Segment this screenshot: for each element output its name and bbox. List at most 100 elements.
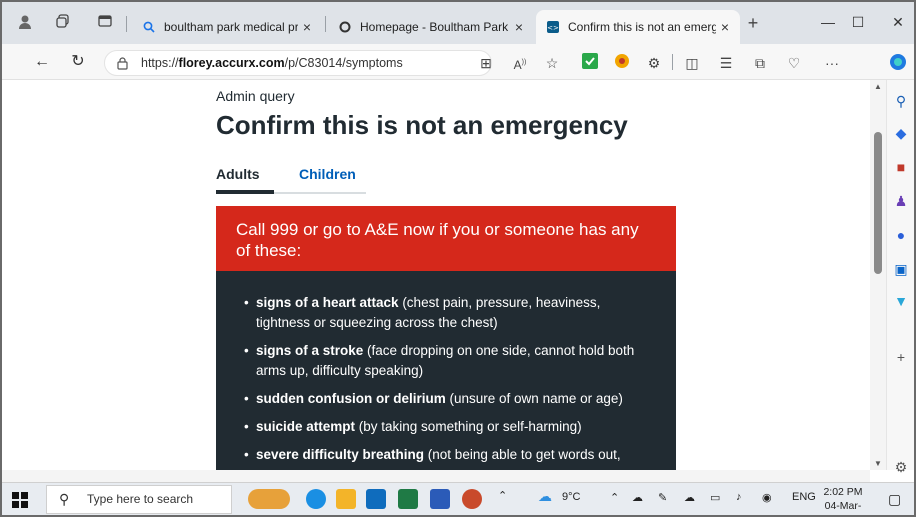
notifications-icon[interactable]: ▢ [888,491,901,508]
horizontal-scrollbar[interactable] [2,470,870,482]
split-screen-icon[interactable]: ◫ [682,53,702,73]
search-icon[interactable]: ⚲ [892,92,910,110]
tab-children[interactable]: Children [299,166,356,182]
search-highlight-icon[interactable] [248,489,290,509]
close-tab-icon[interactable]: × [298,19,316,35]
add-sidebar-icon[interactable]: + [892,348,910,366]
symptom-detail: (unsure of own name or age) [445,391,623,406]
profile-icon[interactable] [16,14,34,32]
collections-icon[interactable]: ⧉ [750,53,770,73]
sidebar-settings-icon[interactable]: ⚙ [892,458,910,476]
svg-text:<>: <> [547,24,559,32]
taskbar-overflow-icon[interactable]: ⌃ [498,489,507,502]
file-explorer-icon[interactable] [336,489,356,509]
tab-actions-icon[interactable] [96,14,114,32]
tab-confirm-emergency[interactable]: <> Confirm this is not an emergenc × [536,10,740,44]
weather-icon[interactable]: ☁ [538,488,552,505]
tab-strip: boultham park medical practice | × Homep… [2,2,914,44]
symptom-item: signs of a heart attack (chest pain, pre… [238,293,658,333]
back-icon[interactable]: ← [32,52,52,72]
symptom-name: signs of a heart attack [256,295,399,310]
word-taskbar-icon[interactable] [430,489,450,509]
extensions-puzzle-icon[interactable]: ⚙ [644,53,664,73]
close-tab-icon[interactable]: × [510,19,528,35]
symptom-name: severe difficulty breathing [256,447,425,462]
read-aloud-icon[interactable]: A)) [510,53,530,73]
close-window-button[interactable]: ✕ [878,8,914,36]
page-title: Confirm this is not an emergency [216,110,628,140]
clock-date: 04-Mar-24 [824,500,862,515]
active-tab-indicator [216,190,274,194]
browser-essentials-icon[interactable]: ♡ [784,53,804,73]
send-icon[interactable]: ▼ [892,292,910,310]
microsoft-365-icon[interactable]: ● [892,226,910,244]
maximize-button[interactable]: ☐ [838,8,878,36]
accurx-favicon-icon: <> [546,20,560,34]
taskbar-search-placeholder: Type here to search [87,492,194,506]
vertical-scrollbar[interactable]: ▲ ▼ [870,80,886,470]
url-host: florey.accurx.com [178,56,285,70]
symptom-detail: (not being able to get words out, [424,447,621,462]
cloud-icon[interactable]: ☁ [684,491,695,504]
favorite-star-icon[interactable]: ☆ [542,53,562,73]
symptom-detail: (by taking something or self-harming) [355,419,582,434]
close-tab-icon[interactable]: × [716,19,734,35]
workspaces-icon[interactable] [54,14,72,32]
shopping-tag-icon[interactable]: ◆ [892,124,910,142]
symptom-item: severe difficulty breathing (not being a… [238,445,658,465]
new-tab-icon[interactable]: + [744,14,762,32]
tab-label: boultham park medical practice | [164,20,298,34]
scroll-down-icon[interactable]: ▼ [870,459,886,468]
pen-icon[interactable]: ✎ [658,491,667,504]
browser-window: boultham park medical practice | × Homep… [0,0,916,517]
site-favicon-icon [338,20,352,34]
edge-taskbar-icon[interactable] [306,489,326,509]
tab-adults[interactable]: Adults [216,166,260,182]
show-hidden-icons-icon[interactable]: ⌃ [610,491,619,504]
powerpoint-taskbar-icon[interactable] [462,489,482,509]
edge-sidebar: ⚲ ◆ ■ ♟ ● ▣ ▼ + ⚙ [886,80,914,475]
network-icon[interactable]: ▭ [710,491,720,504]
toolbar-separator [672,54,673,70]
outlook-icon[interactable]: ▣ [892,260,910,278]
search-icon: ⚲ [59,491,70,507]
outlook-taskbar-icon[interactable] [366,489,386,509]
emergency-alert-body: signs of a heart attack (chest pain, pre… [216,271,676,470]
symptom-name: signs of a stroke [256,343,364,358]
address-bar[interactable]: https://florey.accurx.com/p/C83014/sympt… [104,50,492,76]
windows-start-icon[interactable] [12,492,28,508]
lock-icon [117,51,128,78]
admin-query-label: Admin query [216,88,295,104]
system-clock[interactable]: 2:02 PM 04-Mar-24 [820,485,866,515]
search-icon [142,20,156,34]
tab-homepage[interactable]: Homepage - Boultham Park Med × [328,10,534,44]
tab-boultham-search[interactable]: boultham park medical practice | × [132,10,322,44]
symptom-item: suicide attempt (by taking something or … [238,417,658,437]
browser-toolbar: ← ↻ https://florey.accurx.com/p/C83014/s… [2,44,914,80]
excel-taskbar-icon[interactable] [398,489,418,509]
emergency-symptom-list: signs of a heart attack (chest pain, pre… [238,293,658,465]
app-available-icon[interactable]: ⊞ [476,53,496,73]
onedrive-icon[interactable]: ☁ [632,491,643,504]
symptom-name: sudden confusion or delirium [256,391,446,406]
favorites-icon[interactable]: ☰ [716,53,736,73]
tools-briefcase-icon[interactable]: ■ [892,158,910,176]
games-icon[interactable]: ♟ [892,192,910,210]
scrollbar-thumb[interactable] [874,132,882,274]
tab-label: Homepage - Boultham Park Med [360,20,510,34]
meet-icon[interactable]: ◉ [762,491,772,504]
taskbar-search-box[interactable]: ⚲ Type here to search [46,485,232,514]
url-prefix: https:// [141,56,179,70]
language-indicator[interactable]: ENG [792,491,816,503]
age-tabs: Adults Children [216,158,366,194]
scroll-up-icon[interactable]: ▲ [870,82,886,91]
symptom-item: signs of a stroke (face dropping on one … [238,341,658,381]
refresh-icon[interactable]: ↻ [68,52,88,72]
checkbox-extension-icon[interactable] [580,53,600,73]
extension-icon[interactable] [612,53,632,73]
volume-icon[interactable]: ♪ [736,491,742,503]
copilot-icon[interactable] [888,53,908,73]
symptom-name: suicide attempt [256,419,356,434]
more-options-icon[interactable]: ··· [822,53,842,73]
weather-temperature[interactable]: 9°C [562,491,580,503]
